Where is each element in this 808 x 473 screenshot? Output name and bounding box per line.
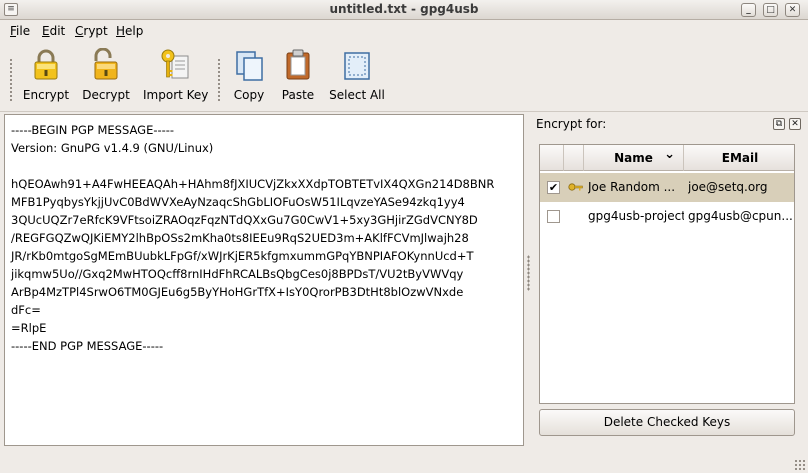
close-button[interactable]: ✕ xyxy=(785,3,800,17)
menu-file-label: ile xyxy=(16,24,31,38)
menu-help-label: elp xyxy=(125,24,144,38)
key-row[interactable]: ✔ Joe Random ... joe@setq.org xyxy=(540,173,794,202)
lock-open-icon xyxy=(94,48,118,80)
key-name: gpg4usb-project xyxy=(588,209,684,223)
paste-label: Paste xyxy=(281,88,315,102)
menu-crypt[interactable]: Crypt xyxy=(75,24,108,38)
key-email: joe@setq.org xyxy=(688,180,768,194)
splitter-handle[interactable] xyxy=(527,255,530,291)
decrypt-label: Decrypt xyxy=(82,88,130,102)
toolbar-grip[interactable] xyxy=(9,58,13,102)
header-email[interactable]: EMail xyxy=(684,145,794,171)
header-name-label: Name xyxy=(614,151,653,165)
key-list-header: Name ⌄ EMail xyxy=(540,145,794,171)
encrypt-label: Encrypt xyxy=(22,88,70,102)
paste-icon xyxy=(286,49,310,80)
toolbar-grip-2[interactable] xyxy=(217,58,221,102)
delete-checked-keys-button[interactable]: Delete Checked Keys xyxy=(539,409,795,436)
decrypt-button[interactable]: Decrypt xyxy=(82,48,130,108)
menu-bar: File Edit Crypt Help xyxy=(0,21,808,42)
select-all-label: Select All xyxy=(329,88,385,102)
title-bar: ≡ untitled.txt - gpg4usb _ □ ✕ xyxy=(0,0,808,20)
key-checkbox[interactable]: ✔ xyxy=(547,181,560,194)
menu-crypt-label: rypt xyxy=(83,24,108,38)
maximize-button[interactable]: □ xyxy=(763,3,778,17)
header-check-column[interactable] xyxy=(540,145,564,171)
key-import-icon xyxy=(161,49,189,79)
import-key-label: Import Key xyxy=(143,88,209,102)
menu-help-accel: H xyxy=(116,24,126,38)
key-email: gpg4usb@cpun... xyxy=(688,209,793,223)
paste-button[interactable]: Paste xyxy=(278,48,318,108)
dock-close-icon[interactable]: ✕ xyxy=(789,118,801,130)
window-title: untitled.txt - gpg4usb xyxy=(329,2,479,16)
key-list[interactable]: Name ⌄ EMail ✔ Joe Random ... joe@setq.o… xyxy=(539,144,795,404)
copy-label: Copy xyxy=(233,88,265,102)
key-checkbox[interactable] xyxy=(547,210,560,223)
status-bar xyxy=(0,449,808,473)
encrypt-button[interactable]: Encrypt xyxy=(22,48,70,108)
select-all-button[interactable]: Select All xyxy=(329,48,385,108)
menu-file[interactable]: File xyxy=(10,24,30,38)
import-key-button[interactable]: Import Key xyxy=(143,48,209,108)
copy-button[interactable]: Copy xyxy=(228,48,270,108)
text-editor[interactable]: -----BEGIN PGP MESSAGE----- Version: Gnu… xyxy=(4,114,524,446)
select-all-icon xyxy=(344,52,370,80)
header-email-label: EMail xyxy=(721,151,759,165)
key-name: Joe Random ... xyxy=(588,180,676,194)
menu-edit-accel: E xyxy=(42,24,50,38)
resize-grip[interactable] xyxy=(794,459,806,471)
header-name[interactable]: Name ⌄ xyxy=(584,145,684,171)
menu-edit-label: dit xyxy=(49,24,66,38)
toolbar: Encrypt Decrypt Import Key Copy Paste Se… xyxy=(0,42,808,112)
menu-help[interactable]: Help xyxy=(116,24,143,38)
minimize-button[interactable]: _ xyxy=(741,3,756,17)
keys-dock-label: Encrypt for: xyxy=(536,117,607,131)
key-row[interactable]: gpg4usb-project gpg4usb@cpun... xyxy=(540,202,794,231)
lock-closed-icon xyxy=(34,49,58,80)
keypair-icon xyxy=(568,183,583,191)
header-icon-column[interactable] xyxy=(564,145,584,171)
menu-edit[interactable]: Edit xyxy=(42,24,65,38)
dock-float-icon[interactable]: ⧉ xyxy=(773,118,785,130)
sort-indicator-icon: ⌄ xyxy=(664,147,675,162)
keys-dock-title: Encrypt for: ⧉ ✕ xyxy=(532,114,804,134)
copy-icon xyxy=(236,51,263,81)
